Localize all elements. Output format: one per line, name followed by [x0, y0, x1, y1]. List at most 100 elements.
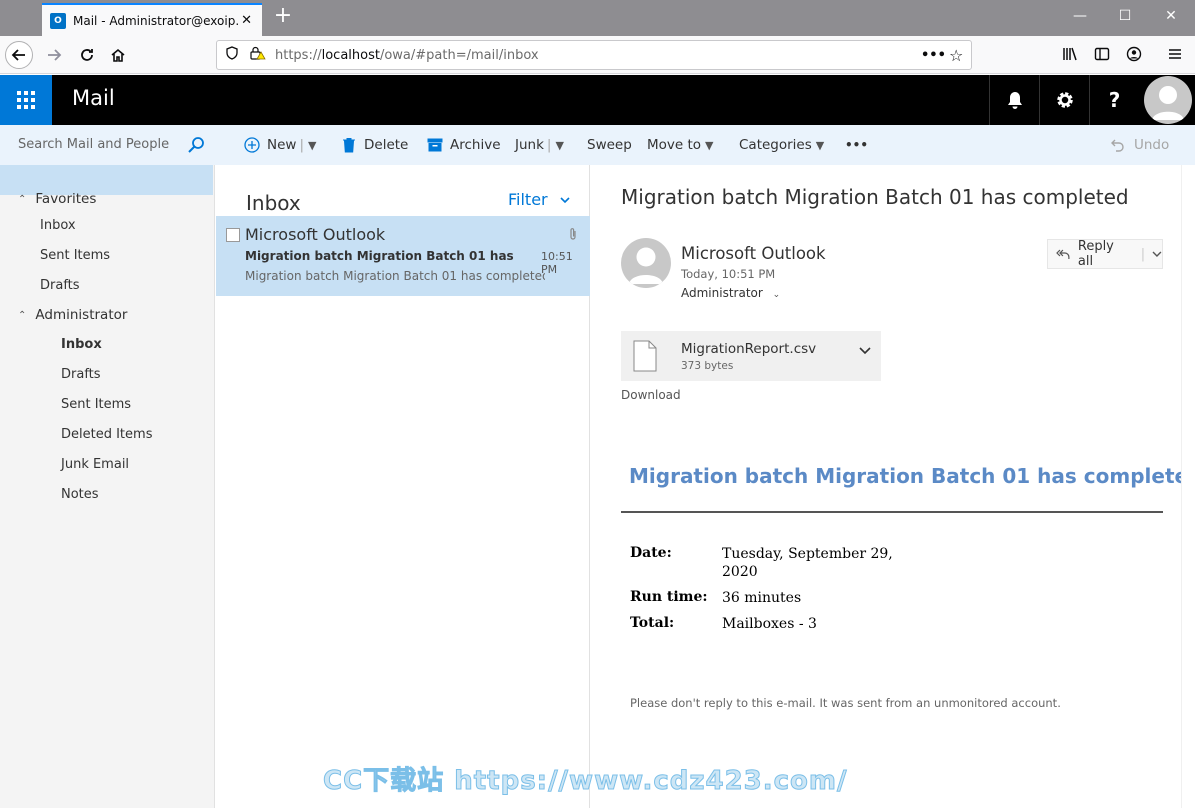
- reading-pane: Migration batch Migration Batch 01 has c…: [591, 165, 1195, 808]
- bookmark-star-icon[interactable]: ☆: [949, 46, 963, 65]
- folder-item-sent-items[interactable]: Sent Items: [61, 397, 131, 412]
- junk-button[interactable]: Junk | ▼: [515, 137, 564, 153]
- reply-all-icon: [1056, 249, 1070, 259]
- archive-icon: [427, 138, 443, 152]
- sidebar-icon[interactable]: [1094, 46, 1110, 66]
- library-icon[interactable]: [1062, 46, 1078, 66]
- settings-button[interactable]: [1039, 75, 1089, 125]
- undo-icon: [1111, 139, 1124, 152]
- paperclip-icon: [568, 227, 578, 245]
- tab-close-icon[interactable]: ✕: [241, 13, 252, 28]
- browser-tab[interactable]: O Mail - Administrator@exoip.com ✕: [42, 3, 262, 36]
- command-bar: Search Mail and People New | ▼ Delete Arch…: [0, 125, 1195, 165]
- categories-button[interactable]: Categories ▼: [739, 137, 824, 153]
- favorites-item-drafts[interactable]: Drafts: [40, 278, 80, 293]
- list-title: Inbox: [246, 191, 301, 215]
- more-commands-icon: •••: [845, 138, 869, 152]
- watermark: CC下载站 https://www.cdz423.com/: [323, 766, 848, 797]
- filter-label: Filter: [508, 190, 548, 209]
- account-group[interactable]: ⌃ Administrator: [18, 307, 127, 323]
- junk-button-label: Junk: [515, 137, 544, 153]
- folder-item-deleted-items[interactable]: Deleted Items: [61, 427, 152, 442]
- folder-item-junk-email[interactable]: Junk Email: [61, 457, 129, 472]
- file-icon: [633, 340, 657, 372]
- favorites-item-sent-items[interactable]: Sent Items: [40, 248, 110, 263]
- trash-icon: [343, 138, 355, 153]
- reply-all-button[interactable]: Reply all |: [1047, 239, 1163, 269]
- archive-button-label: Archive: [450, 137, 501, 153]
- close-window-button[interactable]: ✕: [1163, 8, 1179, 24]
- help-button[interactable]: ?: [1089, 75, 1139, 125]
- app-launcher-waffle-icon[interactable]: [0, 75, 52, 125]
- reload-button[interactable]: [73, 41, 101, 69]
- attachment-card[interactable]: MigrationReport.csv 373 bytes: [621, 331, 881, 381]
- gear-icon: [1056, 92, 1073, 108]
- archive-button[interactable]: Archive: [427, 137, 501, 153]
- reading-sender[interactable]: Microsoft Outlook: [681, 244, 826, 263]
- app-title[interactable]: Mail: [72, 86, 115, 110]
- account-label: Administrator: [35, 307, 128, 323]
- new-tab-button[interactable]: +: [272, 5, 294, 27]
- notifications-button[interactable]: [989, 75, 1039, 125]
- message-time: 10:51 PM: [541, 250, 573, 276]
- message-subject: Migration batch Migration Batch 01 has c…: [245, 249, 515, 263]
- chevron-up-icon[interactable]: ⌃: [18, 310, 26, 321]
- chevron-down-icon: ▼: [815, 138, 825, 152]
- url-text: https://localhost/owa/#path=/mail/inbox: [275, 47, 539, 63]
- reading-pane-scrollbar[interactable]: [1181, 165, 1195, 808]
- insecure-lock-icon[interactable]: [250, 46, 266, 64]
- message-checkbox[interactable]: [226, 228, 240, 242]
- reading-recipient[interactable]: Administrator ⌄: [681, 286, 780, 300]
- chevron-up-icon[interactable]: ⌃: [18, 194, 26, 205]
- filter-button[interactable]: Filter: [508, 190, 571, 209]
- footer-note: Please don't reply to this e-mail. It wa…: [630, 696, 1061, 710]
- account-icon[interactable]: [1126, 46, 1142, 66]
- detail-key-total: Total:: [630, 615, 675, 631]
- hamburger-menu-icon[interactable]: [1167, 46, 1183, 66]
- download-link[interactable]: Download: [621, 388, 681, 402]
- search-box[interactable]: Search Mail and People: [0, 125, 215, 165]
- owa-header: Mail ?: [0, 75, 1195, 125]
- search-icon[interactable]: [187, 136, 205, 154]
- undo-button-label: Undo: [1134, 137, 1170, 153]
- chevron-down-icon[interactable]: [1152, 250, 1162, 258]
- more-commands-button[interactable]: •••: [845, 138, 868, 152]
- list-item[interactable]: Microsoft Outlook Migration batch Migrat…: [216, 216, 590, 296]
- browser-navbar: https://localhost/owa/#path=/mail/inbox …: [0, 36, 1195, 74]
- back-button[interactable]: [5, 41, 33, 69]
- maximize-button[interactable]: ☐: [1117, 8, 1133, 24]
- browser-titlebar: O Mail - Administrator@exoip.com ✕ + — ☐…: [0, 0, 1195, 36]
- sender-avatar[interactable]: [621, 238, 671, 288]
- folder-item-drafts[interactable]: Drafts: [61, 367, 101, 382]
- delete-button[interactable]: Delete: [342, 137, 408, 153]
- chevron-down-icon[interactable]: ▼: [308, 139, 316, 152]
- divider: [621, 511, 1163, 513]
- recipient-name: Administrator: [681, 286, 763, 300]
- page-actions-icon[interactable]: •••: [921, 48, 946, 63]
- user-avatar[interactable]: [1144, 76, 1192, 124]
- favorites-item-inbox[interactable]: Inbox: [40, 218, 76, 233]
- folder-item-inbox[interactable]: Inbox: [61, 337, 102, 352]
- chevron-down-icon[interactable]: ▼: [555, 139, 563, 152]
- reading-subject: Migration batch Migration Batch 01 has c…: [621, 185, 1129, 209]
- home-button[interactable]: [104, 41, 132, 69]
- categories-button-label: Categories: [739, 137, 812, 153]
- favorites-group[interactable]: ⌃ Favorites: [18, 191, 96, 207]
- double-chevron-down-icon[interactable]: ⌄: [773, 290, 781, 300]
- attachment-size: 373 bytes: [681, 360, 734, 372]
- chevron-down-icon: [560, 197, 570, 204]
- forward-button[interactable]: [40, 41, 68, 69]
- new-button[interactable]: New | ▼: [244, 137, 316, 153]
- undo-button[interactable]: Undo: [1111, 137, 1169, 153]
- search-input[interactable]: Search Mail and People: [18, 137, 169, 152]
- move-to-button[interactable]: Move to ▼: [647, 137, 714, 153]
- reading-date: Today, 10:51 PM: [681, 267, 776, 281]
- shield-icon[interactable]: [225, 46, 239, 64]
- message-preview: Migration batch Migration Batch 01 has c…: [245, 269, 545, 283]
- detail-value-run-time: 36 minutes: [722, 590, 802, 606]
- minimize-button[interactable]: —: [1072, 8, 1088, 24]
- folder-item-notes[interactable]: Notes: [61, 487, 99, 502]
- chevron-down-icon[interactable]: [859, 346, 871, 356]
- url-bar[interactable]: https://localhost/owa/#path=/mail/inbox …: [216, 40, 972, 70]
- sweep-button[interactable]: Sweep: [587, 137, 632, 153]
